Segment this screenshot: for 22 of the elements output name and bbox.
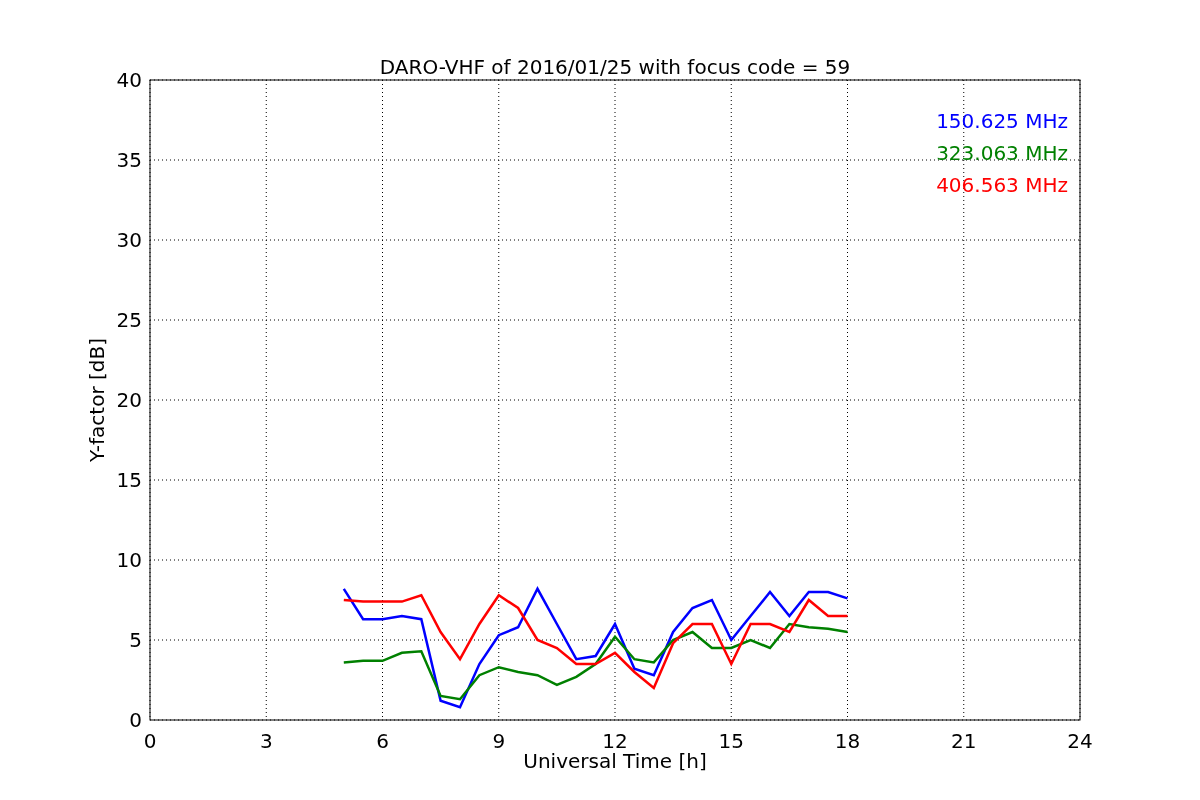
y-tick-label: 15 xyxy=(116,468,142,492)
y-axis-label: Y-factor [dB] xyxy=(85,338,109,462)
legend-label: 406.563 MHz xyxy=(936,173,1068,197)
legend-label: 323.063 MHz xyxy=(936,141,1068,165)
y-tick-label: 25 xyxy=(116,308,142,332)
chart-title: DARO-VHF of 2016/01/25 with focus code = 59 xyxy=(379,55,851,79)
y-tick-label: 20 xyxy=(116,388,142,412)
x-tick-label: 21 xyxy=(951,729,977,753)
x-tick-label: 18 xyxy=(834,729,861,753)
x-tick-label: 24 xyxy=(1067,729,1093,753)
legend-label: 150.625 MHz xyxy=(936,109,1068,133)
x-tick-label: 6 xyxy=(376,729,389,753)
y-tick-label: 10 xyxy=(116,548,142,572)
y-tick-label: 30 xyxy=(116,228,142,252)
y-tick-label: 40 xyxy=(116,68,142,92)
y-tick-label: 35 xyxy=(116,148,142,172)
y-tick-label: 0 xyxy=(129,708,142,732)
x-tick-label: 0 xyxy=(143,729,157,753)
x-tick-label: 3 xyxy=(259,729,273,753)
x-tick-label: 9 xyxy=(492,729,506,753)
y-tick-label: 5 xyxy=(129,628,142,652)
x-tick-label: 15 xyxy=(718,729,744,753)
